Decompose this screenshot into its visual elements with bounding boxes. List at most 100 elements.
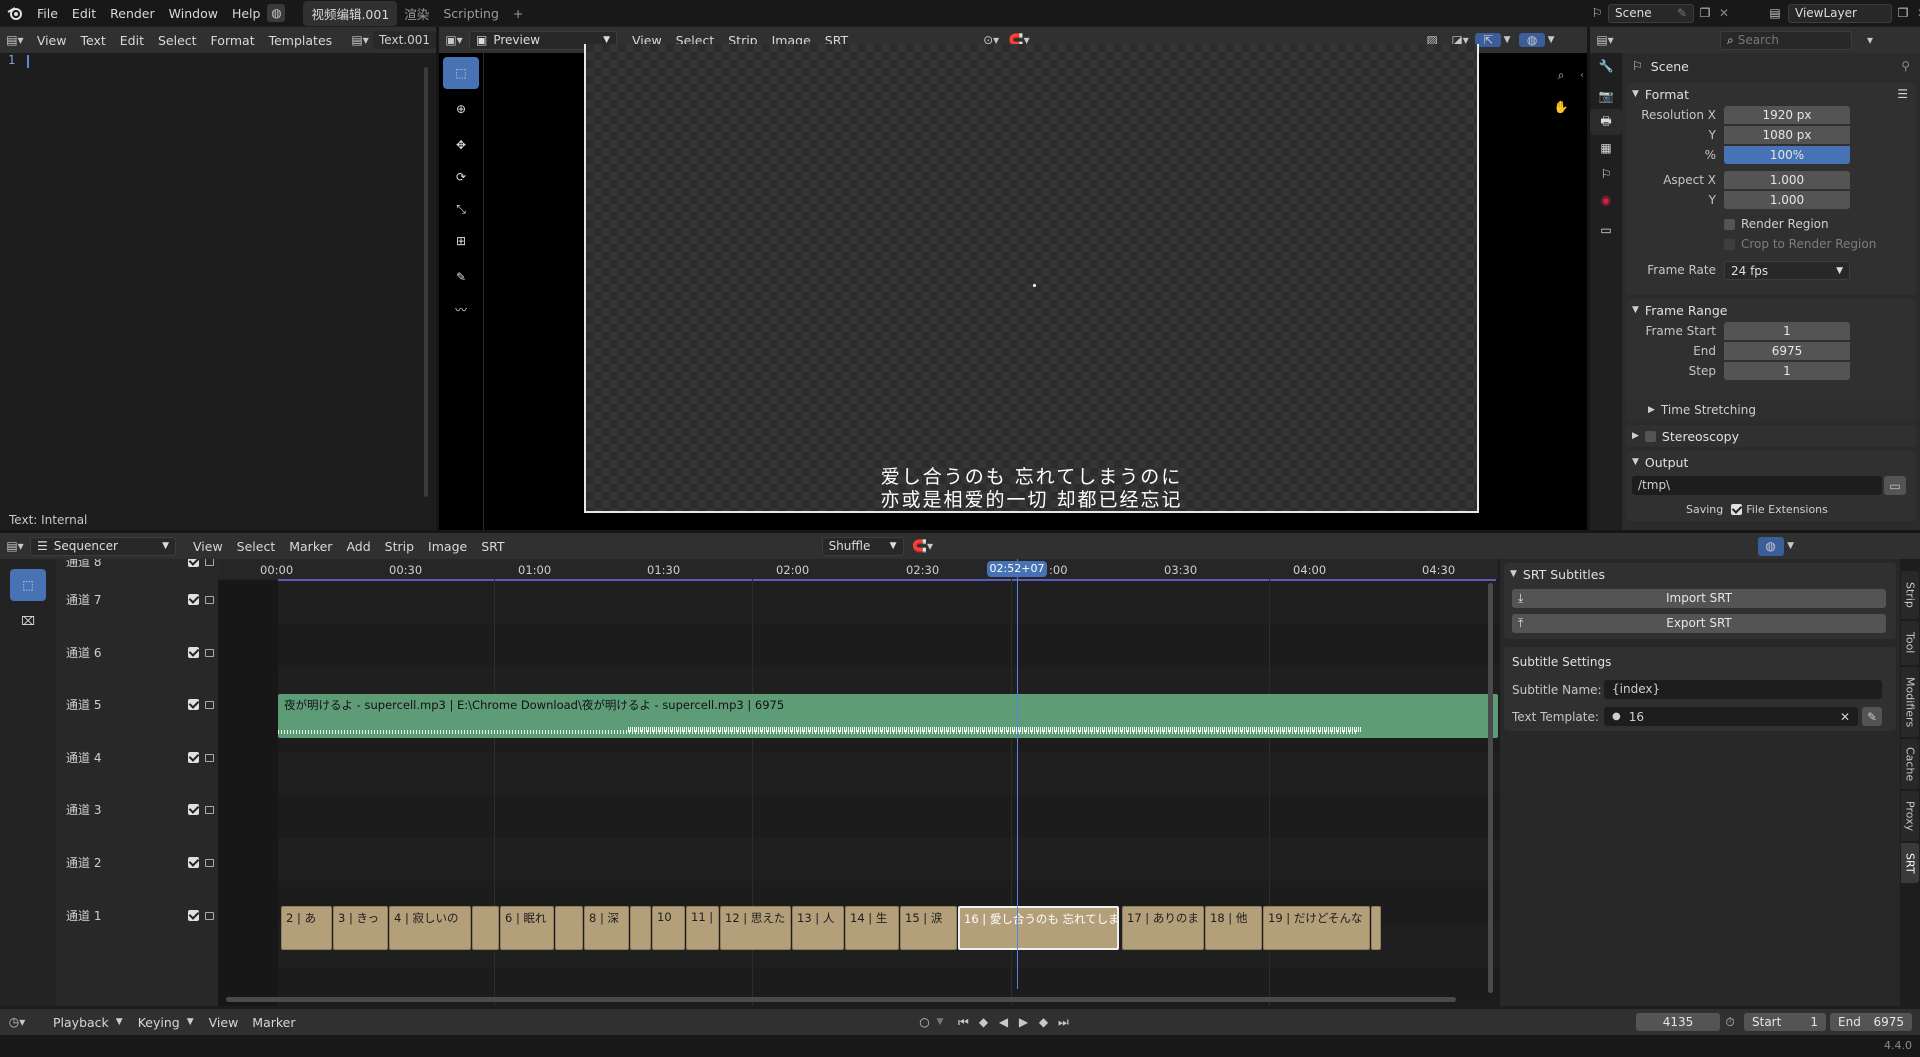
frame-range-panel-header[interactable]: ▼ Frame Range — [1626, 299, 1916, 321]
lock-icon[interactable] — [205, 754, 214, 762]
sidebar-tab-modifiers[interactable]: Modifiers — [1901, 667, 1919, 737]
channel-label[interactable]: 通道 3 — [66, 801, 101, 818]
end-frame-field[interactable]: End 6975 — [1830, 1013, 1912, 1031]
play-reverse-icon[interactable]: ◀ — [993, 1015, 1013, 1029]
text-strip[interactable] — [472, 906, 499, 950]
playhead-line[interactable] — [1017, 559, 1018, 989]
text-menu-format[interactable]: Format — [204, 33, 262, 48]
scene-tab-icon[interactable]: ⚐ — [1590, 161, 1622, 187]
text-strip[interactable]: 13 | 人 — [792, 906, 844, 950]
text-strip[interactable]: 3 | きっ — [333, 906, 388, 950]
text-strip-selected[interactable]: 16 | 愛し合うのも 忘れてしま — [958, 906, 1119, 950]
editor-type-icon[interactable]: ▤▾ — [0, 33, 30, 47]
channel-mute-checkbox[interactable] — [188, 751, 199, 763]
sequencer-mode-selector[interactable]: ☰ Sequencer ▼ — [30, 536, 176, 556]
seq-menu-strip[interactable]: Strip — [378, 539, 421, 554]
cursor-tool-icon[interactable]: ⊕ — [443, 93, 479, 125]
frame-rate-selector[interactable]: 24 fps ▼ — [1724, 261, 1850, 280]
lock-icon[interactable] — [205, 859, 214, 867]
file-extensions-checkbox[interactable] — [1731, 504, 1743, 515]
horizontal-scrollbar[interactable] — [226, 997, 1456, 1002]
text-strip[interactable]: 15 | 涙 — [900, 906, 957, 950]
timeline-menu-keying[interactable]: Keying — [131, 1015, 187, 1030]
channel-mute-checkbox[interactable] — [188, 856, 199, 868]
editor-type-icon[interactable]: ▣▾ — [439, 33, 469, 47]
lock-icon[interactable] — [205, 559, 214, 566]
aspect-y-field[interactable]: 1.000 — [1724, 191, 1850, 209]
world-tab-icon[interactable]: ◉ — [1590, 187, 1622, 213]
text-strip[interactable] — [1371, 906, 1381, 950]
clear-icon[interactable]: ✕ — [1840, 710, 1850, 724]
text-strip[interactable] — [630, 906, 651, 950]
overlays-icon[interactable]: ◍ — [1519, 33, 1546, 47]
presets-icon[interactable]: ☰ — [1897, 87, 1908, 101]
editor-type-icon[interactable]: ▤▾ — [0, 539, 30, 553]
stereoscopy-checkbox[interactable] — [1644, 430, 1656, 442]
overlap-mode-selector[interactable]: Shuffle ▼ — [821, 536, 904, 556]
text-strip[interactable]: 2 | あ — [281, 906, 332, 950]
scale-tool-icon[interactable]: ⤡ — [443, 193, 479, 225]
copy-view-layer-icon[interactable]: ❐ — [1892, 6, 1914, 20]
globe-icon[interactable]: ◍ — [267, 4, 286, 22]
workspace-tab-render[interactable]: 渲染 — [397, 4, 436, 23]
overlays-icon[interactable]: ◍ — [1757, 536, 1784, 556]
prev-keyframe-icon[interactable]: ◆ — [973, 1015, 993, 1029]
channel-label[interactable]: 通道 8 — [66, 559, 101, 570]
time-stretching-subpanel[interactable]: ▶ Time Stretching — [1626, 399, 1916, 421]
folder-icon[interactable]: ▭ — [1884, 476, 1906, 495]
menu-file[interactable]: File — [30, 6, 65, 21]
text-strip[interactable]: 14 | 生 — [845, 906, 899, 950]
text-menu-edit[interactable]: Edit — [113, 33, 151, 48]
sidebar-tab-srt[interactable]: SRT — [1901, 843, 1919, 883]
channel-mute-checkbox[interactable] — [188, 803, 199, 815]
text-strip[interactable]: 4 | 寂しいの — [389, 906, 471, 950]
select-tool-icon[interactable]: ⬚ — [10, 569, 46, 601]
output-tab-icon[interactable]: 🖶 — [1590, 109, 1622, 135]
text-template-field[interactable]: ● 16 ✕ — [1604, 707, 1858, 726]
text-strip[interactable]: 6 | 眠れ — [500, 906, 554, 950]
pin-icon[interactable]: ⚲ — [1901, 59, 1910, 73]
timeline-menu-view[interactable]: View — [202, 1015, 246, 1030]
export-srt-button[interactable]: ⤒ Export SRT — [1512, 614, 1886, 633]
zoom-icon[interactable]: ⌕ — [1551, 65, 1571, 85]
view-layer-selector[interactable]: ViewLayer — [1788, 3, 1892, 23]
channel-mute-checkbox[interactable] — [188, 909, 199, 921]
close-view-layer-icon[interactable]: ✕ — [1914, 6, 1920, 20]
pan-hand-icon[interactable]: ✋ — [1551, 97, 1571, 117]
lock-icon[interactable] — [205, 701, 214, 709]
annotate-tool-icon[interactable]: 〰 — [443, 293, 479, 325]
snap-icon[interactable]: 🧲▾ — [908, 539, 938, 553]
channel-label[interactable]: 通道 7 — [66, 591, 101, 608]
text-strip[interactable]: 19 | だけどそんな — [1263, 906, 1370, 950]
preview-canvas[interactable]: 爱し合うのも 忘れてしまうのに 亦或是相爱的一切 却都已经忘记 — [584, 44, 1479, 513]
gizmo-dropdown-icon[interactable]: ▼ — [1501, 35, 1513, 45]
menu-window[interactable]: Window — [162, 6, 225, 21]
sidebar-tab-cache[interactable]: Cache — [1901, 739, 1919, 789]
jump-start-icon[interactable]: ⏮ — [953, 1015, 973, 1030]
workspace-tab-scripting[interactable]: Scripting — [436, 6, 506, 21]
lock-icon[interactable] — [205, 596, 214, 604]
menu-render[interactable]: Render — [103, 6, 162, 21]
tool-tab-icon[interactable]: 🔧 — [1590, 53, 1622, 79]
lock-icon[interactable] — [205, 912, 214, 920]
text-menu-templates[interactable]: Templates — [262, 33, 340, 48]
workspace-tab-video-editing[interactable]: 视频编辑.001 — [303, 0, 398, 26]
text-strip[interactable]: 17 | ありのま — [1122, 906, 1204, 950]
output-path-field[interactable]: /tmp\ — [1632, 476, 1882, 495]
seq-menu-marker[interactable]: Marker — [282, 539, 339, 554]
sidebar-tab-strip[interactable]: Strip — [1901, 571, 1919, 619]
output-panel-header[interactable]: ▼ Output — [1626, 451, 1916, 473]
sidebar-tab-tool[interactable]: Tool — [1901, 621, 1919, 665]
text-strip[interactable]: 8 | 深 — [584, 906, 629, 950]
channel-label[interactable]: 通道 6 — [66, 644, 101, 661]
timeline-menu-marker[interactable]: Marker — [245, 1015, 302, 1030]
pin-icon[interactable]: ✎ — [1677, 6, 1687, 20]
channel-mute-checkbox[interactable] — [188, 698, 199, 710]
seq-menu-image[interactable]: Image — [421, 539, 474, 554]
stereoscopy-panel[interactable]: ▶ Stereoscopy — [1626, 425, 1916, 447]
sidebar-tab-proxy[interactable]: Proxy — [1901, 791, 1919, 841]
select-box-tool-icon[interactable]: ⬚ — [443, 57, 479, 89]
format-panel-header[interactable]: ▼ Format ☰ — [1626, 83, 1916, 105]
seq-menu-select[interactable]: Select — [230, 539, 283, 554]
text-strip[interactable]: 12 | 思えた — [720, 906, 791, 950]
